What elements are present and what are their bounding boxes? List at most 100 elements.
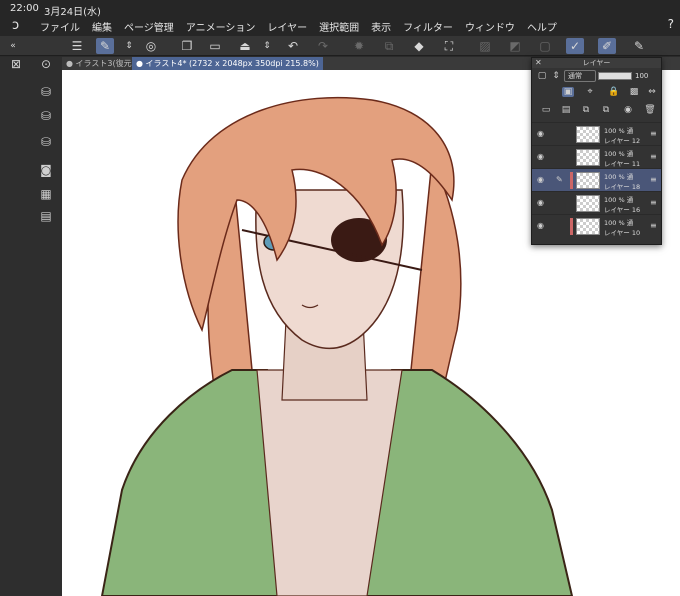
new-raster-layer-icon[interactable]: ▭	[540, 105, 552, 115]
status-time: 22:00	[10, 3, 39, 14]
navigator-icon[interactable]: ⊙	[38, 57, 54, 71]
menu-page[interactable]: ページ管理	[124, 19, 174, 34]
grid-panel-icon[interactable]: ▦	[38, 187, 54, 201]
left-tool-panel: ⊠ ⊙ ⛁ ⛁ ⛁ ◙ ▦ ▤	[0, 57, 62, 596]
menu-selection[interactable]: 選択範囲	[319, 19, 359, 34]
layer-actions-row: ▭ ▤ ⧉ ⧉ ◉ 🗑	[532, 102, 661, 120]
new-folder-icon[interactable]: ▤	[560, 105, 572, 115]
layer-name: レイヤー 12	[604, 137, 641, 145]
menu-window[interactable]: ウィンドウ	[465, 19, 515, 34]
crop-icon[interactable]: ⛶	[440, 38, 458, 54]
clear-icon[interactable]: ▨	[476, 38, 494, 54]
layer-row-selected[interactable]: ◉ ✎ 100 % 通 レイヤー 18 ≡	[532, 168, 661, 191]
lock-icon[interactable]: 🔒	[608, 87, 620, 97]
lock-alpha-icon[interactable]: ▩	[628, 87, 640, 97]
frame-icon[interactable]: ▢	[536, 38, 554, 54]
stepper2-icon[interactable]: ⇕	[258, 38, 276, 54]
new-file-icon[interactable]: ❐	[178, 38, 196, 54]
tone-icon[interactable]: ◩	[506, 38, 524, 54]
layer-name: レイヤー 10	[604, 229, 641, 237]
app-logo-icon[interactable]: ↄ	[12, 18, 19, 33]
pencil-tool-icon[interactable]: ✎	[630, 38, 648, 54]
trash-icon[interactable]: 🗑	[644, 105, 656, 115]
layer-name: レイヤー 11	[604, 160, 641, 168]
spiral-icon[interactable]: ◎	[142, 38, 160, 54]
menu-view[interactable]: 表示	[371, 19, 391, 34]
paint-drip-icon[interactable]: ⛁	[38, 85, 54, 99]
layer-color-tag	[570, 172, 573, 189]
tab-illust3[interactable]: ● イラスト3(復元	[66, 57, 132, 70]
menu-edit[interactable]: 編集	[92, 19, 112, 34]
paint-settings-icon[interactable]: ⛁	[38, 109, 54, 123]
brush-tool-icon[interactable]: ✐	[598, 38, 616, 54]
layer-toggle-row: ▣ ⌖ 🔒 ▩ ⇔	[532, 84, 661, 102]
menu-animation[interactable]: アニメーション	[186, 19, 256, 34]
fill-icon[interactable]: ◆	[410, 38, 428, 54]
layer-mask-icon[interactable]: ▢	[536, 71, 548, 81]
layer-panel-header: ✕ レイヤー	[532, 58, 661, 68]
collapse-left-icon[interactable]: «	[4, 38, 22, 54]
opacity-slider[interactable]	[598, 72, 632, 80]
help-icon[interactable]: ?	[668, 17, 674, 31]
redo-icon[interactable]: ↷	[314, 38, 332, 54]
layer-thumbnail	[576, 172, 600, 189]
tab-illust4[interactable]: ● イラスト4* (2732 x 2048px 350dpi 215.8%)	[132, 57, 323, 70]
opacity-value[interactable]: 100	[635, 70, 648, 82]
menu-bar: 22:00 3月24日(水) ↄ ファイル 編集 ページ管理 アニメーション レ…	[0, 0, 680, 36]
material-icon[interactable]: ◙	[38, 163, 54, 177]
menu-help[interactable]: ヘルプ	[527, 19, 557, 34]
film-icon[interactable]: ▤	[38, 209, 54, 223]
layer-menu-icon[interactable]: ≡	[650, 175, 657, 184]
pen-tool-icon[interactable]: ✓	[566, 38, 584, 54]
visibility-eye-icon[interactable]: ◉	[537, 175, 544, 184]
layer-properties-row: ▢ ⇕ 通常 100	[532, 68, 661, 84]
layer-panel-title: レイヤー	[582, 59, 611, 67]
layer-row[interactable]: ◉ 100 % 通 レイヤー 11 ≡	[532, 145, 661, 168]
transform-icon[interactable]: ⧉	[380, 38, 398, 54]
layer-row[interactable]: ◉ 100 % 通 レイヤー 16 ≡	[532, 191, 661, 214]
layer-opacity: 100 % 通	[604, 219, 634, 227]
layer-row[interactable]: ◉ 100 % 通 レイヤー 12 ≡	[532, 122, 661, 145]
undo-icon[interactable]: ↶	[284, 38, 302, 54]
visibility-eye-icon[interactable]: ◉	[537, 198, 544, 207]
layer-color-tag	[570, 218, 573, 235]
command-toolbar: « ☰ ✎ ⇕ ◎ ❐ ▭ ⏏ ⇕ ↶ ↷ ✹ ⧉ ◆ ⛶ ▨ ◩ ▢ ✓ ✐ …	[0, 36, 680, 56]
visibility-eye-icon[interactable]: ◉	[537, 152, 544, 161]
layer-name: レイヤー 18	[604, 183, 641, 191]
stepper-icon[interactable]: ⇕	[120, 38, 138, 54]
layer-opacity: 100 % 通	[604, 173, 634, 181]
menu-file[interactable]: ファイル	[40, 19, 80, 34]
layer-thumbnail	[576, 126, 600, 143]
layer-menu-icon[interactable]: ≡	[650, 198, 657, 207]
mask-enable-icon[interactable]: ⇔	[646, 87, 658, 97]
layer-row[interactable]: ◉ 100 % 通 レイヤー 10 ≡	[532, 214, 661, 237]
layer-thumbnail	[576, 195, 600, 212]
visibility-eye-icon[interactable]: ◉	[537, 129, 544, 138]
color-history-icon[interactable]: ⛁	[38, 135, 54, 149]
export-icon[interactable]: ⏏	[236, 38, 254, 54]
layer-thumbnail	[576, 218, 600, 235]
main-menu: ファイル 編集 ページ管理 アニメーション レイヤー 選択範囲 表示 フィルター…	[40, 19, 557, 34]
hamburger-menu-icon[interactable]: ☰	[68, 38, 86, 54]
stepper-icon[interactable]: ⇕	[550, 71, 562, 81]
transfer-icon[interactable]: ⧉	[580, 105, 592, 115]
menu-filter[interactable]: フィルター	[403, 19, 453, 34]
loading-icon[interactable]: ✹	[350, 38, 368, 54]
layer-opacity: 100 % 通	[604, 127, 634, 135]
layer-menu-icon[interactable]: ≡	[650, 129, 657, 138]
merge-icon[interactable]: ⧉	[600, 105, 612, 115]
blend-mode-select[interactable]: 通常	[564, 70, 596, 82]
edit-canvas-icon[interactable]: ✎	[96, 38, 114, 54]
layer-menu-icon[interactable]: ≡	[650, 152, 657, 161]
visibility-eye-icon[interactable]: ◉	[537, 221, 544, 230]
open-folder-icon[interactable]: ▭	[206, 38, 224, 54]
status-date: 3月24日(水)	[44, 7, 101, 18]
reference-icon[interactable]: ⌖	[584, 87, 596, 97]
clip-icon[interactable]: ▣	[562, 87, 574, 97]
layer-opacity: 100 % 通	[604, 150, 634, 158]
create-mask-icon[interactable]: ◉	[622, 105, 634, 115]
close-panel-icon[interactable]: ⊠	[8, 57, 24, 71]
layer-thumbnail	[576, 149, 600, 166]
menu-layer[interactable]: レイヤー	[267, 19, 307, 34]
layer-menu-icon[interactable]: ≡	[650, 221, 657, 230]
